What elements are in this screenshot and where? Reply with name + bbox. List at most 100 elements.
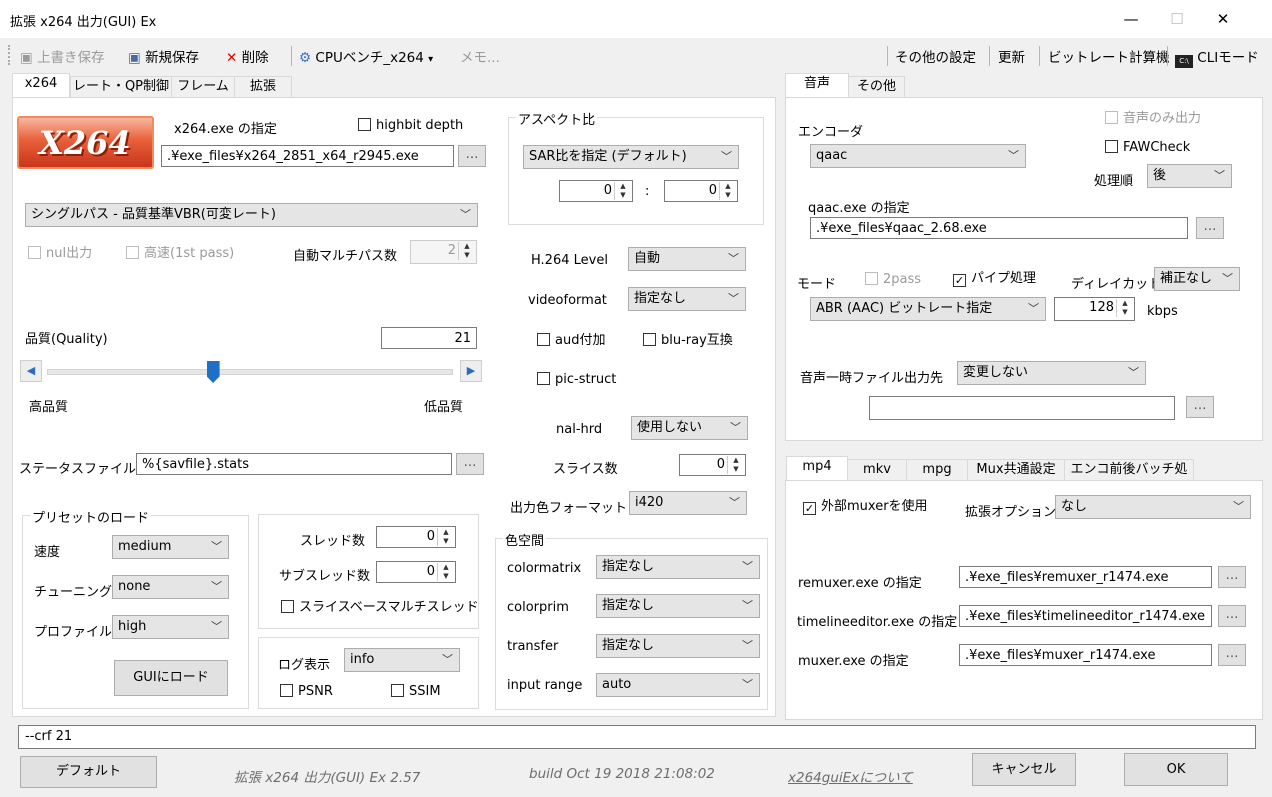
tab-audio[interactable]: 音声 — [785, 73, 849, 97]
tuning-select[interactable]: none ﹀ — [112, 575, 229, 599]
nul-output-checkbox[interactable]: nul出力 — [28, 246, 92, 261]
pic-struct-label: pic-struct — [555, 372, 617, 387]
quality-slider-track[interactable] — [47, 369, 453, 375]
ok-button[interactable]: OK — [1124, 753, 1228, 786]
status-file-browse-button[interactable]: … — [456, 453, 484, 475]
psnr-checkbox[interactable]: PSNR — [280, 684, 333, 699]
audio-encoder-select[interactable]: qaac ﹀ — [810, 144, 1026, 168]
refresh-button[interactable]: 更新 — [998, 46, 1025, 66]
muxer-browse-button[interactable]: … — [1218, 644, 1246, 666]
new-save-button[interactable]: ▣ 新規保存 — [128, 46, 199, 66]
qaac-exe-path-input[interactable]: .¥exe_files¥qaac_2.68.exe — [810, 217, 1188, 239]
output-color-select[interactable]: i420 ﹀ — [629, 491, 747, 515]
ssim-checkbox[interactable]: SSIM — [391, 684, 441, 699]
audio-temp-select[interactable]: 変更しない ﹀ — [957, 361, 1146, 385]
x264-exe-path-input[interactable]: .¥exe_files¥x264_2851_x64_r2945.exe — [161, 145, 454, 167]
aspect-height-value: 0 — [708, 183, 717, 198]
sar-select[interactable]: SAR比を指定 (デフォルト) ﹀ — [523, 145, 739, 169]
about-link[interactable]: x264guiExについて — [788, 766, 913, 786]
tab-mkv[interactable]: mkv — [847, 459, 907, 481]
audio-only-checkbox[interactable]: 音声のみ出力 — [1105, 111, 1201, 126]
fast-first-pass-checkbox[interactable]: 高速(1st pass) — [126, 246, 234, 261]
overwrite-button[interactable]: ▣ 上書き保存 — [20, 46, 105, 66]
tab-x264[interactable]: x264 — [12, 73, 70, 97]
auto-multipass-label: 自動マルチパス数 — [293, 249, 398, 264]
slider-left-arrow-icon[interactable]: ◀ — [20, 360, 42, 382]
colormatrix-value: 指定なし — [602, 559, 655, 574]
quality-input[interactable]: 21 — [381, 327, 477, 349]
load-to-gui-button[interactable]: GUIにロード — [114, 660, 228, 696]
nal-hrd-select[interactable]: 使用しない ﹀ — [631, 416, 748, 440]
tab-batch[interactable]: エンコ前後バッチ処理 — [1064, 459, 1194, 497]
aspect-width-spinner[interactable]: 0 ▲ ▼ — [559, 180, 633, 202]
order-value: 後 — [1153, 168, 1167, 183]
timelineeditor-browse-button[interactable]: … — [1218, 605, 1246, 627]
remuxer-path-input[interactable]: .¥exe_files¥remuxer_r1474.exe — [959, 566, 1212, 588]
minimize-icon[interactable]: — — [1108, 0, 1154, 38]
tab-extension[interactable]: 拡張 — [234, 76, 292, 98]
delete-button[interactable]: ✕ 削除 — [226, 46, 269, 66]
input-range-select[interactable]: auto ﹀ — [596, 673, 760, 697]
audio-temp-browse-button[interactable]: … — [1186, 396, 1214, 418]
audio-encoder-value: qaac — [816, 148, 848, 163]
tab-rate-qp[interactable]: レート・QP制御 — [70, 76, 172, 98]
videoformat-select[interactable]: 指定なし ﹀ — [628, 287, 746, 311]
faw-check-checkbox[interactable]: FAWCheck — [1105, 140, 1190, 155]
delay-cut-select[interactable]: 補正なし ﹀ — [1154, 267, 1240, 291]
highbit-checkbox[interactable]: highbit depth — [358, 118, 463, 133]
tab-mpg[interactable]: mpg — [906, 459, 968, 481]
other-settings-button[interactable]: その他の設定 — [895, 46, 976, 66]
external-muxer-checkbox[interactable]: ✓ 外部muxerを使用 — [803, 500, 928, 515]
colormatrix-select[interactable]: 指定なし ﹀ — [596, 555, 760, 579]
default-button[interactable]: デフォルト — [20, 756, 157, 788]
tab-mux-common[interactable]: Mux共通設定 — [967, 459, 1065, 481]
audio-temp-path-input[interactable] — [869, 396, 1175, 420]
slice-mt-checkbox[interactable]: スライスベースマルチスレッド — [281, 600, 479, 615]
aspect-height-spinner[interactable]: 0 ▲ ▼ — [664, 180, 738, 202]
bitrate-spinner[interactable]: 128 ▲ ▼ — [1054, 297, 1135, 321]
cli-mode-button[interactable]: C:\ CLIモード — [1175, 46, 1259, 68]
slices-spinner[interactable]: 0 ▲ ▼ — [679, 454, 746, 476]
muxer-path-input[interactable]: .¥exe_files¥muxer_r1474.exe — [959, 644, 1212, 666]
tab-other[interactable]: その他 — [848, 76, 905, 98]
qaac-browse-button[interactable]: … — [1196, 217, 1224, 239]
cancel-button[interactable]: キャンセル — [972, 753, 1076, 786]
colorprim-label: colorprim — [507, 600, 569, 615]
log-select[interactable]: info ﹀ — [344, 648, 460, 672]
memo-button[interactable]: メモ... — [460, 46, 500, 66]
transfer-select[interactable]: 指定なし ﹀ — [596, 634, 760, 658]
cpu-bench-button[interactable]: ⚙ CPUベンチ_x264 ▾ — [299, 46, 433, 66]
ext-option-select[interactable]: なし ﹀ — [1055, 495, 1251, 519]
profile-select[interactable]: high ﹀ — [112, 615, 229, 639]
subthreads-value: 0 — [426, 564, 435, 579]
tab-frame[interactable]: フレーム — [171, 76, 235, 98]
bitrate-calc-button[interactable]: ビットレート計算機 — [1048, 46, 1170, 66]
aud-checkbox[interactable]: aud付加 — [537, 333, 605, 348]
encoder-label: エンコーダ — [798, 125, 864, 140]
input-range-label: input range — [507, 678, 583, 693]
bitrate-mode-select[interactable]: ABR (AAC) ビットレート指定 ﹀ — [810, 297, 1046, 321]
subthreads-spinner[interactable]: 0 ▲ ▼ — [376, 561, 456, 583]
timelineeditor-path-input[interactable]: .¥exe_files¥timelineeditor_r1474.exe — [959, 605, 1212, 627]
bluray-checkbox[interactable]: blu-ray互換 — [643, 333, 733, 348]
tab-mp4[interactable]: mp4 — [786, 456, 848, 480]
x264-browse-button[interactable]: … — [458, 145, 486, 167]
pic-struct-checkbox[interactable]: pic-struct — [537, 372, 616, 387]
slider-right-arrow-icon[interactable]: ▶ — [460, 360, 482, 382]
pipe-checkbox[interactable]: ✓ パイプ処理 — [953, 272, 1036, 287]
remuxer-browse-button[interactable]: … — [1218, 566, 1246, 588]
speed-select[interactable]: medium ﹀ — [112, 535, 229, 559]
aspect-width-value: 0 — [603, 183, 612, 198]
timelineeditor-label: timelineeditor.exe の指定 — [797, 615, 958, 630]
maximize-icon[interactable]: ☐ — [1154, 0, 1200, 38]
auto-multipass-spinner[interactable]: 2 ▲ ▼ — [410, 240, 477, 264]
order-select[interactable]: 後 ﹀ — [1147, 164, 1232, 188]
h264-level-select[interactable]: 自動 ﹀ — [628, 247, 746, 271]
audio-mode-label: モード — [797, 277, 837, 292]
status-file-input[interactable]: %{savfile}.stats — [136, 453, 452, 475]
threads-spinner[interactable]: 0 ▲ ▼ — [376, 526, 456, 548]
close-icon[interactable]: ✕ — [1200, 0, 1246, 38]
two-pass-checkbox[interactable]: 2pass — [865, 272, 921, 287]
colorprim-select[interactable]: 指定なし ﹀ — [596, 594, 760, 618]
encode-mode-select[interactable]: シングルパス - 品質基準VBR(可変レート) ﹀ — [25, 203, 478, 227]
